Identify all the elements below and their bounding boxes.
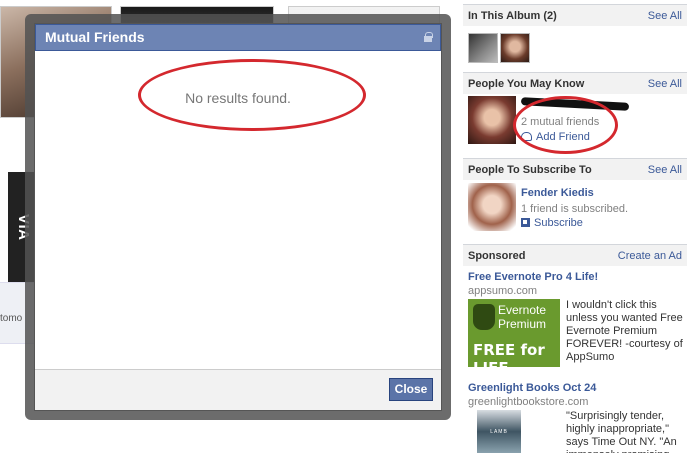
subscribe-link[interactable]: Subscribe <box>521 217 583 229</box>
album-see-all-link[interactable]: See All <box>648 10 682 22</box>
album-section-header: In This Album (2) See All <box>463 4 687 26</box>
mutual-friends-dialog: Mutual Friends No results found. Close <box>25 14 451 420</box>
subscribe-person-name[interactable]: Fender Kiedis <box>521 187 594 199</box>
album-photo-thumbnail[interactable] <box>468 33 498 63</box>
ad-body-text: "Surprisingly tender, highly inappropria… <box>566 410 677 453</box>
book-cover-image[interactable]: LAMB <box>477 410 521 453</box>
album-photo-thumbnail[interactable] <box>500 33 530 63</box>
pymk-section-header: People You May Know See All <box>463 72 687 94</box>
subscribe-see-all-link[interactable]: See All <box>648 164 682 176</box>
subscribe-profile-photo[interactable] <box>468 183 516 231</box>
right-sidebar: In This Album (2) See All People You May… <box>463 0 687 453</box>
subscribe-friend-count: 1 friend is subscribed. <box>521 203 628 215</box>
subscribe-label: Subscribe <box>534 217 583 229</box>
subscribe-section-header: People To Subscribe To See All <box>463 158 687 180</box>
background-partial-text: tomo <box>0 313 23 324</box>
pymk-title: People You May Know <box>468 78 585 90</box>
evernote-elephant-icon <box>473 304 495 330</box>
dialog-body: Mutual Friends No results found. Close <box>34 23 442 411</box>
ad-title-link[interactable]: Greenlight Books Oct 24 <box>468 382 596 394</box>
close-button[interactable]: Close <box>389 378 433 401</box>
pymk-see-all-link[interactable]: See All <box>648 78 682 90</box>
dialog-title: Mutual Friends <box>45 29 145 45</box>
create-ad-link[interactable]: Create an Ad <box>618 250 682 262</box>
ad-body-text: I wouldn't click this unless you wanted … <box>566 299 683 363</box>
ad-title-link[interactable]: Free Evernote Pro 4 Life! <box>468 271 598 283</box>
pymk-profile-photo[interactable] <box>468 96 516 144</box>
ad-url: greenlightbookstore.com <box>468 396 589 408</box>
album-title: In This Album (2) <box>468 10 557 22</box>
annotation-circle <box>513 96 618 154</box>
subscribe-title: People To Subscribe To <box>468 164 592 176</box>
dialog-header: Mutual Friends <box>35 24 441 51</box>
ad-url: appsumo.com <box>468 285 538 297</box>
annotation-circle <box>138 59 366 131</box>
ad-image-tagline: FREE for LIFE <box>473 341 545 377</box>
evernote-ad-image[interactable]: Evernote Premium FREE for LIFE <box>468 299 560 377</box>
sponsored-section-header: Sponsored Create an Ad <box>463 244 687 266</box>
subscribe-icon <box>521 218 530 227</box>
lock-icon <box>424 32 433 42</box>
book-cover-text: LAMB <box>490 429 508 435</box>
sponsored-title: Sponsored <box>468 250 526 262</box>
dialog-footer: Close <box>35 369 441 410</box>
ad-image-text: Evernote Premium <box>498 303 547 331</box>
